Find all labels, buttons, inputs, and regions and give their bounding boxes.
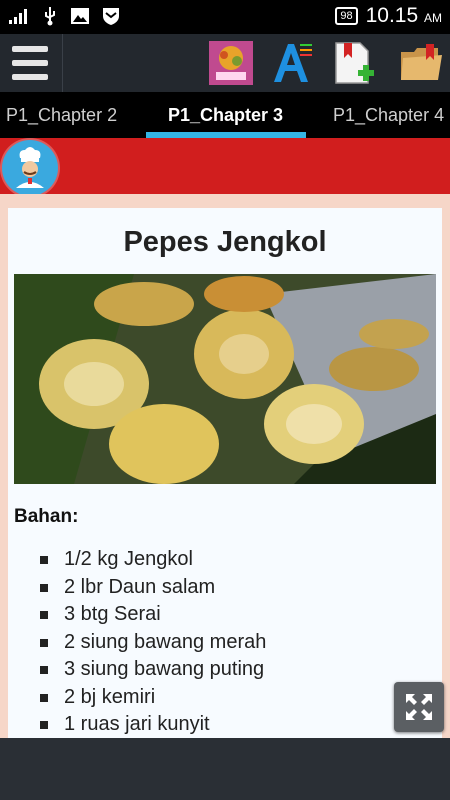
chef-avatar	[2, 140, 58, 196]
ingredient-item: 2 siung bawang merah	[36, 629, 266, 657]
battery-indicator: 98	[335, 7, 358, 25]
recipe-card: Pepes Jengkol Bahan: 1/2 kg Jengkol 2 lb…	[8, 208, 442, 738]
recipe-title: Pepes Jengkol	[123, 226, 327, 258]
tab-chapter-2[interactable]: P1_Chapter 2	[6, 92, 117, 138]
clock: 10.15 AM	[366, 4, 442, 28]
cookbook-thumbnail-icon[interactable]	[208, 40, 254, 86]
signal-icon	[9, 9, 27, 24]
ingredient-item: 1/2 kg Jengkol	[36, 546, 266, 574]
tab-chapter-4[interactable]: P1_Chapter 4	[333, 92, 444, 138]
ingredients-heading: Bahan:	[14, 506, 79, 527]
shield-notification-icon	[103, 8, 119, 25]
action-bar	[0, 34, 450, 92]
bookmark-folder-icon[interactable]	[398, 40, 444, 86]
chef-icon	[16, 147, 44, 188]
recipe-photo	[14, 274, 436, 484]
ingredient-item: 1 ruas jari kunyit	[36, 711, 266, 738]
chapter-header-bar	[0, 138, 450, 194]
menu-icon-line	[12, 60, 48, 66]
menu-button[interactable]	[0, 34, 63, 92]
ingredient-item: 2 lbr Daun salam	[36, 574, 266, 602]
clock-ampm: AM	[424, 11, 442, 25]
menu-icon-line	[12, 46, 48, 52]
ingredient-item: 3 siung bawang puting	[36, 656, 266, 684]
ingredient-item: 3 btg Serai	[36, 601, 266, 629]
add-bookmark-icon[interactable]	[330, 40, 376, 86]
bottom-bar	[0, 738, 450, 800]
font-size-icon[interactable]	[268, 40, 314, 86]
image-notification-icon	[71, 8, 89, 24]
recipe-content: Pepes Jengkol Bahan: 1/2 kg Jengkol 2 lb…	[0, 194, 450, 738]
expand-icon	[406, 694, 432, 720]
status-bar: 98 10.15 AM	[0, 0, 450, 34]
fullscreen-button[interactable]	[394, 682, 444, 732]
usb-icon	[45, 7, 55, 26]
ingredient-item: 2 bj kemiri	[36, 684, 266, 712]
clock-time: 10.15	[365, 4, 419, 27]
ingredients-list: 1/2 kg Jengkol 2 lbr Daun salam 3 btg Se…	[36, 546, 266, 738]
menu-icon-line	[12, 74, 48, 80]
